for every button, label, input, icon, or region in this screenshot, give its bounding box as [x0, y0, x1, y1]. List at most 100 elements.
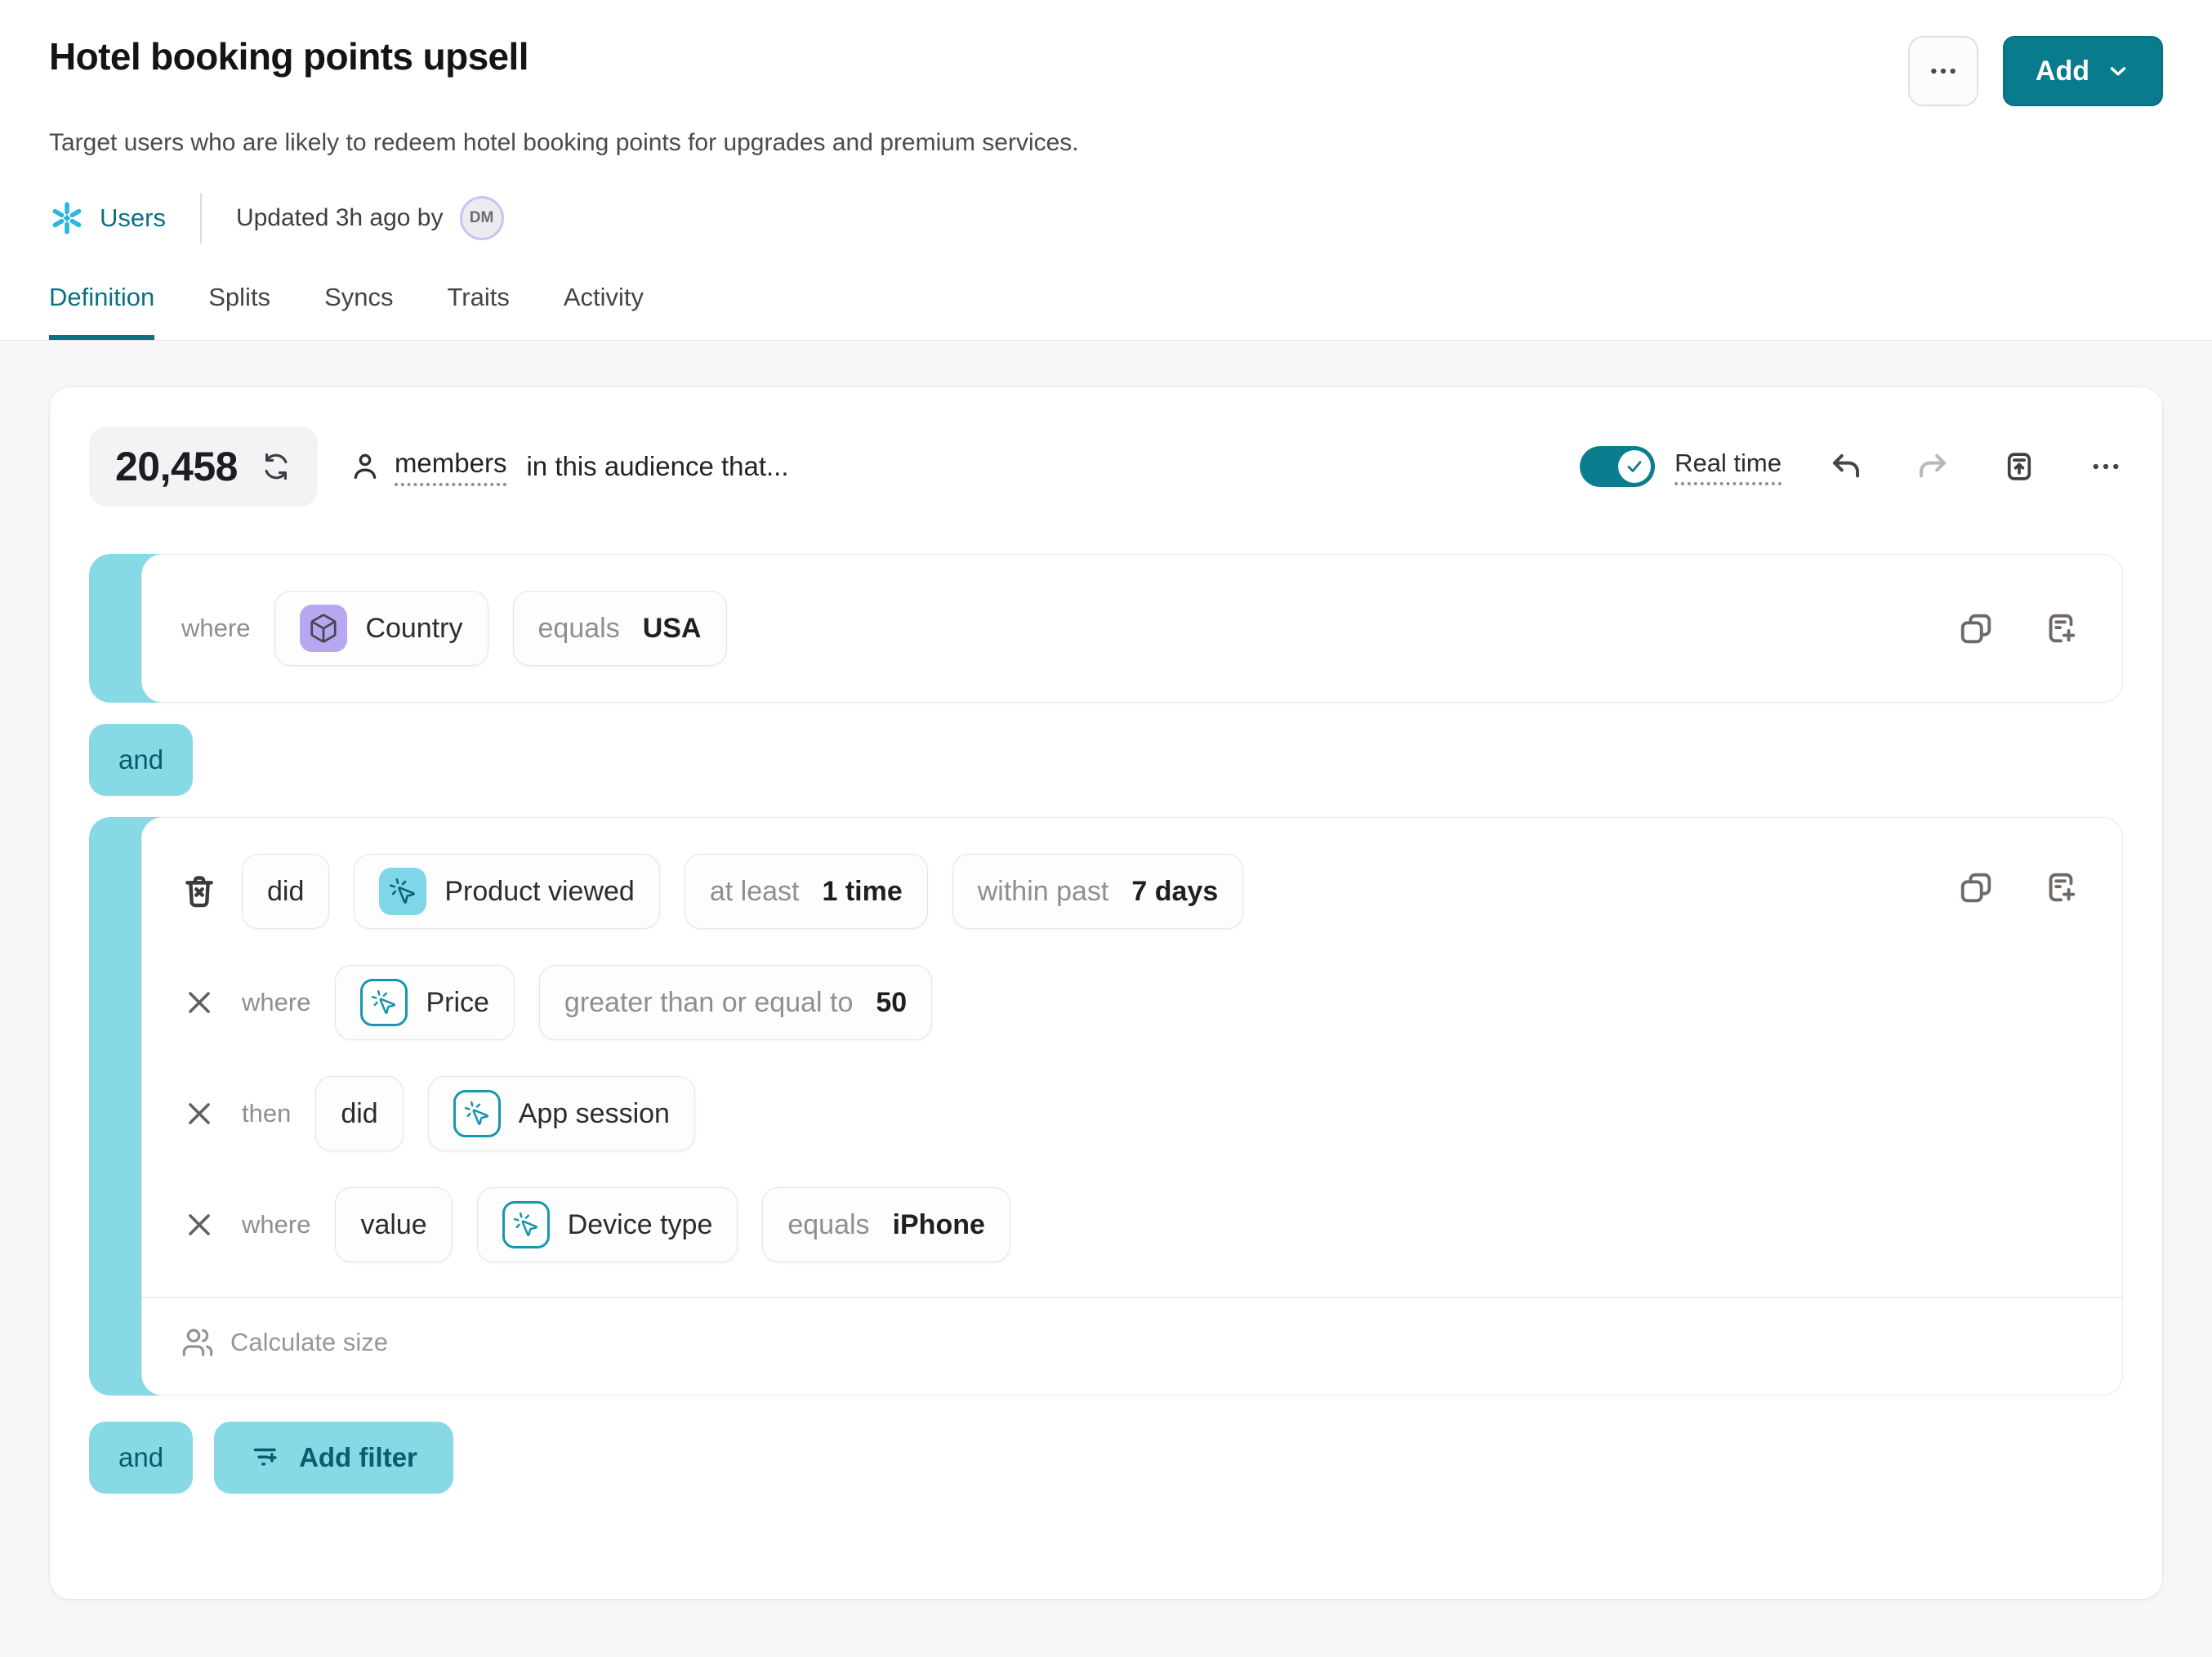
refresh-count-button[interactable] [261, 451, 292, 482]
frequency-operator: at least [710, 876, 800, 908]
operator-chip-country[interactable]: equals USA [513, 591, 727, 666]
copy-icon [1957, 610, 1995, 647]
add-button[interactable]: Add [2003, 36, 2163, 106]
property-chip-country[interactable]: Country [274, 591, 488, 666]
condition-card: where Country equals USA [141, 554, 2123, 703]
add-filter-button[interactable]: Add filter [214, 1422, 453, 1494]
realtime-label[interactable]: Real time [1675, 449, 1782, 485]
archive-box-up-button[interactable] [2002, 449, 2036, 484]
frequency-value: 1 time [822, 876, 902, 908]
page-description: Target users who are likely to redeem ho… [49, 129, 2163, 157]
add-note-button[interactable] [2042, 610, 2080, 647]
property-chip-price[interactable]: Price [335, 965, 514, 1040]
time-window-chip[interactable]: within past 7 days [952, 854, 1244, 929]
window-value: 7 days [1131, 876, 1218, 908]
members-line: members in this audience that... [349, 448, 789, 486]
did-label: did [267, 876, 304, 908]
delete-event-button[interactable] [181, 873, 217, 909]
operator-chip-price[interactable]: greater than or equal to 50 [539, 965, 932, 1040]
operator-value: iPhone [893, 1209, 985, 1241]
note-add-icon [2042, 610, 2080, 647]
realtime-toggle[interactable] [1580, 446, 1655, 487]
window-operator: within past [978, 876, 1109, 908]
value-chip[interactable]: value [335, 1187, 452, 1262]
tab-traits[interactable]: Traits [447, 283, 509, 340]
audience-suffix-text: in this audience that... [526, 451, 788, 482]
check-icon [1624, 456, 1645, 477]
operator-label: greater than or equal to [564, 987, 853, 1019]
event-icon [379, 868, 426, 915]
did-chip[interactable]: did [315, 1076, 403, 1151]
duplicate-condition-button[interactable] [1957, 869, 1995, 906]
and-connector-bottom[interactable]: and [89, 1422, 193, 1494]
where-label: where [181, 614, 250, 643]
property-chip-device-type[interactable]: Device type [477, 1187, 738, 1262]
remove-condition-button[interactable] [181, 1209, 217, 1240]
more-options-button[interactable] [1908, 36, 1978, 106]
note-add-icon [2042, 869, 2080, 906]
remove-condition-button[interactable] [181, 987, 217, 1018]
builder-toolbar: 20,458 members in this audience that.. [89, 427, 2123, 507]
tab-splits[interactable]: Splits [208, 283, 270, 340]
page-header: Hotel booking points upsell Add Target u… [0, 0, 2212, 341]
undo-button[interactable] [1829, 449, 1863, 484]
member-count: 20,458 [115, 443, 238, 490]
frequency-chip[interactable]: at least 1 time [685, 854, 928, 929]
did-chip[interactable]: did [242, 854, 329, 929]
add-button-label: Add [2036, 56, 2089, 87]
operator-label: equals [538, 613, 620, 645]
duplicate-condition-button[interactable] [1957, 610, 1995, 647]
event-chip-product-viewed[interactable]: Product viewed [354, 854, 659, 929]
and-connector[interactable]: and [89, 724, 193, 796]
tab-activity[interactable]: Activity [564, 283, 644, 340]
remove-condition-button[interactable] [181, 1098, 217, 1129]
calculate-size-button[interactable]: Calculate size [181, 1298, 388, 1359]
card-actions [1957, 869, 2080, 906]
subcondition-row-app-session: then did App session [181, 1076, 2083, 1151]
copy-icon [1957, 869, 1995, 906]
condition-group-2: did Product viewed at least 1 [89, 817, 2123, 1396]
refresh-icon [261, 451, 292, 482]
chevron-down-icon [2106, 59, 2130, 83]
tab-definition[interactable]: Definition [49, 283, 154, 340]
member-count-pill: 20,458 [89, 427, 318, 507]
person-icon [349, 450, 381, 483]
redo-button[interactable] [1915, 449, 1950, 484]
main-content: 20,458 members in this audience that.. [0, 341, 2212, 1600]
condition-row: where Country equals USA [181, 591, 2083, 666]
close-icon [184, 1209, 215, 1240]
add-filter-label: Add filter [299, 1442, 417, 1473]
event-label: App session [519, 1098, 670, 1130]
close-icon [184, 987, 215, 1018]
event-label: Product viewed [444, 876, 634, 908]
avatar: DM [460, 196, 504, 240]
event-chip-app-session[interactable]: App session [428, 1076, 695, 1151]
operator-label: equals [787, 1209, 869, 1241]
operator-chip-device-type[interactable]: equals iPhone [762, 1187, 1010, 1262]
subcondition-row-device-type: where value Device type [181, 1187, 2083, 1262]
more-actions-button[interactable] [2089, 449, 2123, 484]
calculate-size-label: Calculate size [230, 1328, 388, 1357]
entity-link-users[interactable]: Users [49, 200, 166, 236]
event-row: did Product viewed at least 1 [181, 854, 2083, 929]
condition-group-1: where Country equals USA [89, 554, 2123, 703]
divider [142, 1297, 2122, 1298]
audience-definition-panel: 20,458 members in this audience that.. [49, 386, 2163, 1600]
event-icon [453, 1090, 501, 1137]
property-label: Price [426, 987, 488, 1019]
event-property-icon [360, 979, 408, 1026]
redo-icon [1915, 449, 1950, 484]
close-icon [184, 1098, 215, 1129]
archive-box-up-icon [2002, 449, 2036, 484]
property-label: Country [365, 613, 462, 645]
add-note-button[interactable] [2042, 869, 2080, 906]
page-title: Hotel booking points upsell [49, 34, 528, 78]
bottom-actions: and Add filter [89, 1422, 2123, 1494]
operator-value: 50 [876, 987, 907, 1019]
property-label: Device type [568, 1209, 713, 1241]
did-label: did [341, 1098, 377, 1130]
filter-plus-icon [250, 1442, 281, 1473]
members-link[interactable]: members [395, 448, 507, 486]
value-label: value [360, 1209, 426, 1241]
tab-syncs[interactable]: Syncs [324, 283, 393, 340]
